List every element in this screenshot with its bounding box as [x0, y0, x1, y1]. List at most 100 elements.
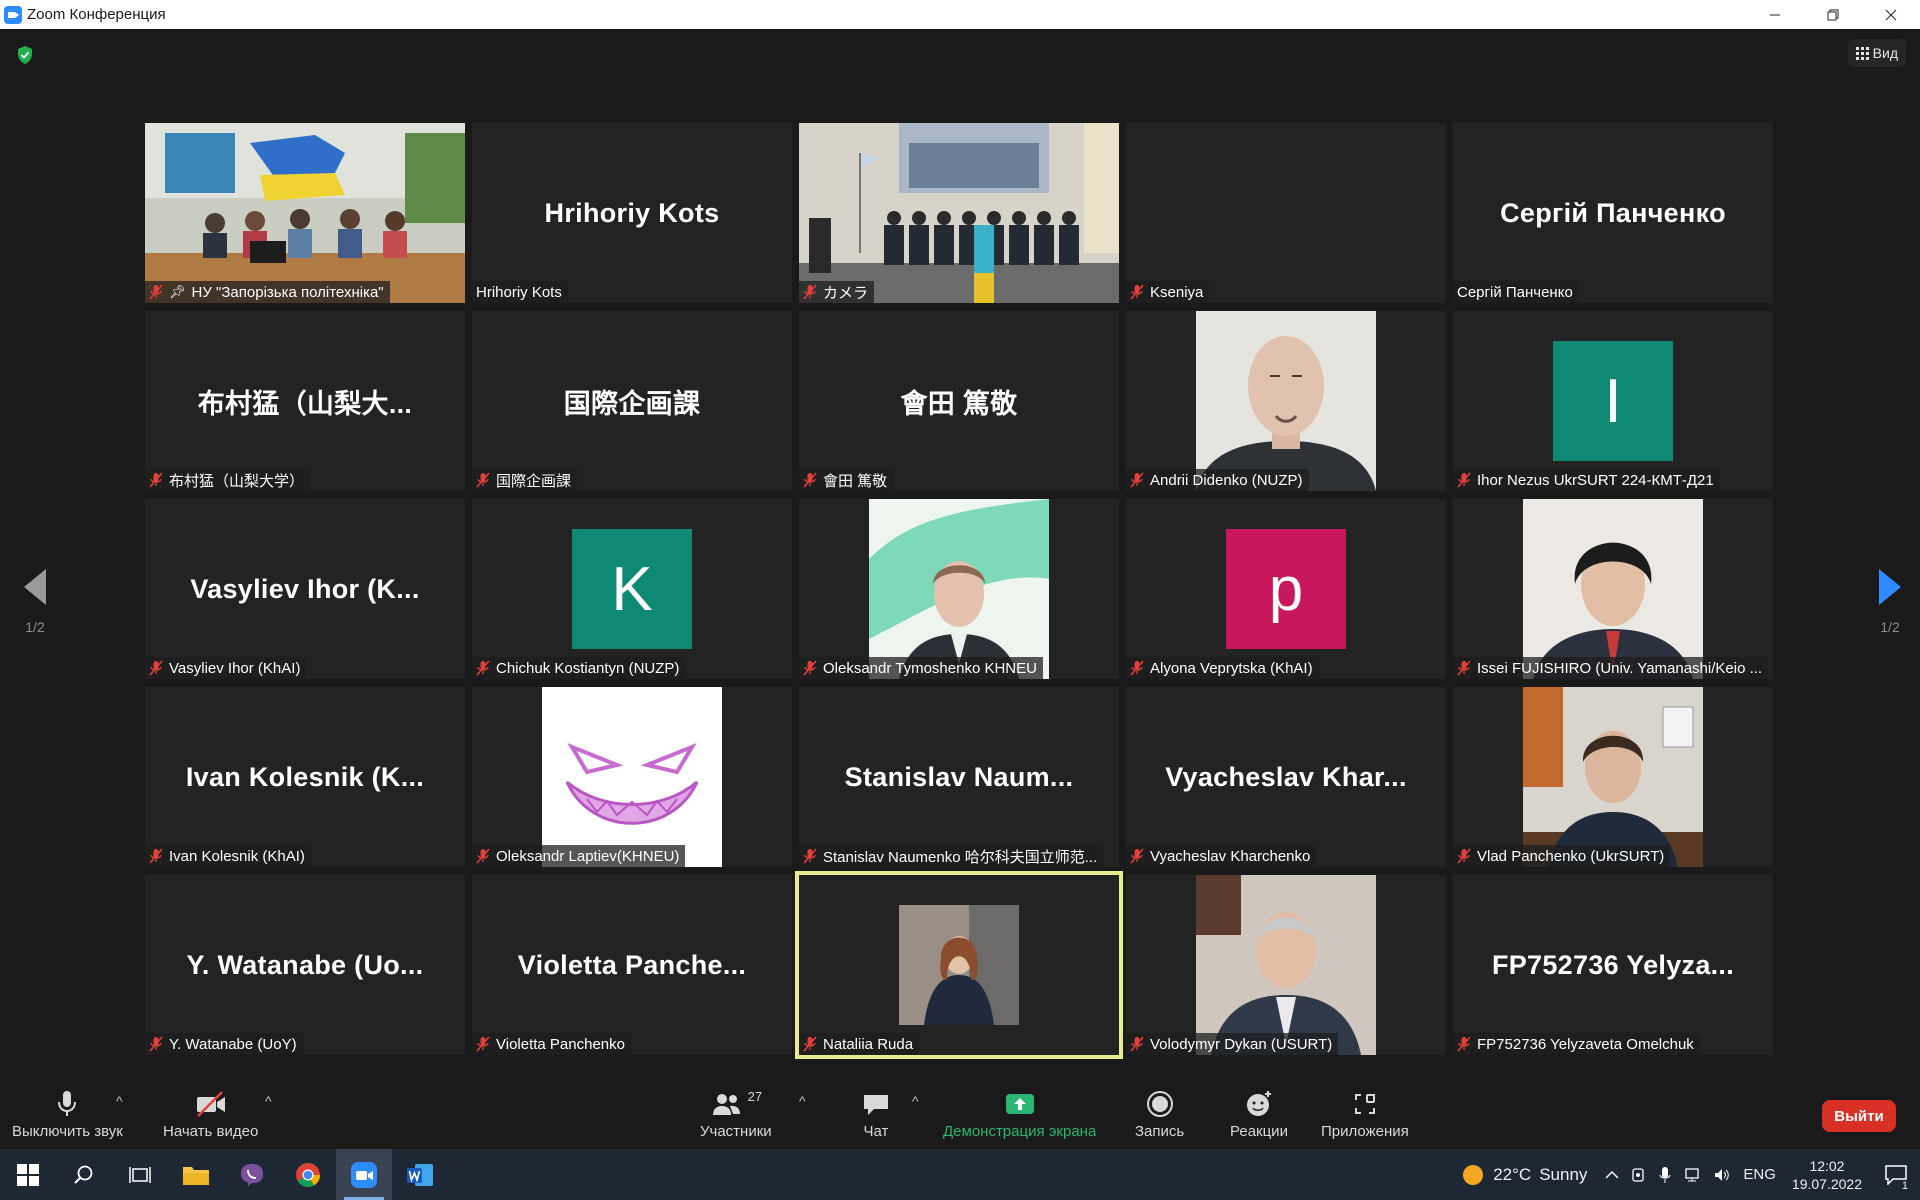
close-button[interactable] [1862, 0, 1920, 29]
record-button[interactable]: Запись [1135, 1089, 1184, 1140]
participant-tile[interactable]: Vyacheslav Khar... Vyacheslav Kharchenko [1126, 687, 1446, 867]
participant-tile[interactable]: Andrii Didenko (NUZP) [1126, 311, 1446, 491]
participant-tile[interactable]: Сергій Панченко Сергій Панченко [1453, 123, 1773, 303]
weather-temperature[interactable]: 22°C [1493, 1165, 1531, 1185]
participants-label: Участники [700, 1123, 772, 1140]
participant-tile[interactable]: 布村猛（山梨大... 布村猛（山梨大学） [145, 311, 465, 491]
participant-tile[interactable]: 国際企画課 国際企画課 [472, 311, 792, 491]
leave-button[interactable]: Выйти [1822, 1100, 1896, 1132]
meet-now-icon[interactable] [1631, 1166, 1647, 1184]
participant-name: Y. Watanabe (UoY) [169, 1035, 297, 1053]
word-button[interactable] [392, 1149, 448, 1200]
apps-button[interactable]: Приложения [1321, 1089, 1409, 1140]
participant-name-label: Nataliia Ruda [799, 1033, 920, 1055]
share-screen-label: Демонстрация экрана [943, 1123, 1097, 1140]
chevron-up-icon[interactable] [1605, 1170, 1619, 1180]
security-shield-icon[interactable] [16, 45, 34, 65]
participant-name-label: Hrihoriy Kots [472, 281, 568, 303]
chrome-button[interactable] [280, 1149, 336, 1200]
viber-icon [241, 1163, 263, 1186]
participant-name: Oleksandr Tymoshenko KHNEU [823, 659, 1037, 677]
participant-display-name: Stanislav Naum... [844, 761, 1074, 792]
chrome-icon [296, 1162, 320, 1187]
participants-options-caret-icon[interactable]: ^ [799, 1093, 806, 1109]
participant-photo [899, 905, 1019, 1025]
participant-tile[interactable]: Stanislav Naum... Stanislav Naumenko 哈尔科夫… [799, 687, 1119, 867]
participant-tile[interactable]: Vlad Panchenko (UkrSURT) [1453, 687, 1773, 867]
participant-tile[interactable]: Kseniya [1126, 123, 1446, 303]
participant-display-name: 會田 篤敬 [900, 388, 1018, 419]
participant-tile[interactable]: 會田 篤敬 會田 篤敬 [799, 311, 1119, 491]
apps-icon [1354, 1094, 1375, 1114]
reactions-button[interactable]: Реакции [1230, 1089, 1288, 1140]
participant-tile[interactable]: Violetta Panche... Violetta Panchenko [472, 875, 792, 1055]
participant-tile[interactable]: Oleksandr Laptiev(KHNEU) [472, 687, 792, 867]
clock-time: 12:02 [1809, 1157, 1845, 1174]
grid-view-icon [1855, 46, 1869, 60]
start-button[interactable] [0, 1149, 56, 1200]
network-icon[interactable] [1683, 1167, 1701, 1183]
participant-tile[interactable]: Nataliia Ruda [795, 871, 1123, 1059]
participant-display-name: Vasyliev Ihor (K... [190, 573, 420, 604]
participant-tile[interactable]: カメラ [799, 123, 1119, 303]
next-page-button[interactable]: 1/2 [1870, 569, 1910, 635]
participant-tile[interactable]: K Chichuk Kostiantyn (NUZP) [472, 499, 792, 679]
weather-sun-icon[interactable] [1463, 1164, 1484, 1185]
search-button[interactable] [56, 1149, 112, 1200]
share-screen-button[interactable]: Демонстрация экрана [943, 1089, 1096, 1140]
participant-tile[interactable]: Oleksandr Tymoshenko KHNEU [799, 499, 1119, 679]
language-indicator[interactable]: ENG [1743, 1166, 1776, 1183]
volume-icon[interactable] [1713, 1167, 1731, 1183]
task-view-button[interactable] [112, 1149, 168, 1200]
chat-button[interactable]: Чат [862, 1089, 890, 1140]
previous-page-button[interactable]: 1/2 [15, 569, 55, 635]
muted-microphone-icon [476, 472, 490, 488]
microphone-tray-icon[interactable] [1659, 1166, 1671, 1184]
participant-tile[interactable]: Hrihoriy Kots Hrihoriy Kots [472, 123, 792, 303]
notifications-button[interactable]: 1 [1872, 1149, 1920, 1200]
mute-button[interactable]: Выключить звук [12, 1089, 123, 1140]
start-video-button[interactable]: Начать видео [163, 1089, 258, 1140]
participant-tile[interactable]: Vasyliev Ihor (K... Vasyliev Ihor (KhAI) [145, 499, 465, 679]
participant-tile[interactable]: Volodymyr Dykan (USURT) [1126, 875, 1446, 1055]
video-off-icon [196, 1091, 225, 1117]
audio-options-caret-icon[interactable]: ^ [116, 1093, 123, 1109]
muted-microphone-icon [1457, 472, 1471, 488]
video-options-caret-icon[interactable]: ^ [265, 1093, 272, 1109]
restore-button[interactable] [1804, 0, 1862, 29]
participant-tile[interactable]: p Alyona Veprytska (KhAI) [1126, 499, 1446, 679]
muted-microphone-icon [1130, 848, 1144, 864]
mute-label: Выключить звук [12, 1123, 123, 1140]
participants-button[interactable]: 27 Участники [700, 1089, 772, 1140]
participant-photo [1523, 687, 1703, 867]
task-view-icon [129, 1166, 151, 1183]
file-explorer-button[interactable] [168, 1149, 224, 1200]
participant-tile[interactable]: Y. Watanabe (Uo... Y. Watanabe (UoY) [145, 875, 465, 1055]
viber-button[interactable] [224, 1149, 280, 1200]
chat-label: Чат [863, 1123, 889, 1140]
minimize-button[interactable] [1746, 0, 1804, 29]
participant-tile[interactable]: I Ihor Nezus UkrSURT 224-КМТ-Д21 [1453, 311, 1773, 491]
muted-microphone-icon [803, 848, 817, 864]
participant-photo [1196, 311, 1376, 491]
zoom-taskbar-button[interactable] [336, 1149, 392, 1200]
participant-name: Ihor Nezus UkrSURT 224-КМТ-Д21 [1477, 471, 1714, 489]
windows-taskbar: 22°C Sunny ENG 12:02 19.07.2022 1 [0, 1149, 1920, 1200]
view-button[interactable]: Вид [1847, 39, 1906, 67]
participant-tile[interactable]: Issei FUJISHIRO (Univ. Yamanashi/Keio ..… [1453, 499, 1773, 679]
weather-condition[interactable]: Sunny [1539, 1165, 1587, 1185]
participant-tile[interactable]: 📌︎ НУ "Запорізька політехніка" [145, 123, 465, 303]
participant-tile[interactable]: FP752736 Yelyza... FP752736 Yelyzaveta Om… [1453, 875, 1773, 1055]
meeting-toolbar: Выключить звук ^ Начать видео ^ 27 Участ… [0, 1081, 1920, 1149]
auditorium-video [799, 123, 1119, 303]
participant-name: Oleksandr Laptiev(KHNEU) [496, 847, 680, 865]
participant-tile[interactable]: Ivan Kolesnik (K... Ivan Kolesnik (KhAI) [145, 687, 465, 867]
participant-name-label: Oleksandr Laptiev(KHNEU) [472, 845, 686, 867]
participant-name-label: Ihor Nezus UkrSURT 224-КМТ-Д21 [1453, 469, 1720, 491]
minimize-icon [1770, 14, 1780, 15]
chevron-left-icon [24, 569, 46, 605]
clock[interactable]: 12:02 19.07.2022 [1792, 1157, 1862, 1193]
muted-microphone-icon [476, 848, 490, 864]
chat-options-caret-icon[interactable]: ^ [912, 1093, 919, 1109]
participant-name: FP752736 Yelyzaveta Omelchuk [1477, 1035, 1694, 1053]
